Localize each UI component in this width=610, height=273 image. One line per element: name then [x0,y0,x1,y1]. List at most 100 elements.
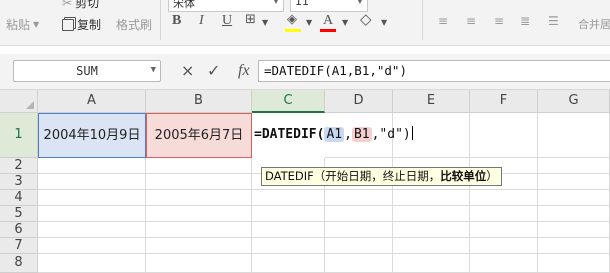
row-header-4[interactable]: 4 [0,190,38,206]
cell-c5[interactable] [252,206,325,222]
format-painter-button[interactable]: 格式刷 [116,16,152,33]
chevron-down-icon[interactable]: ▼ [151,65,156,75]
cell-d6[interactable] [325,222,393,238]
cell-a3[interactable] [38,174,146,190]
cell-e5[interactable] [393,206,470,222]
cell-f5[interactable] [470,206,538,222]
cell-a4[interactable] [38,190,146,206]
chevron-down-icon[interactable]: ▼ [381,16,387,30]
align-center-icon[interactable]: ≡ [466,14,476,28]
chevron-down-icon[interactable]: ▼ [306,16,312,30]
cancel-icon[interactable]: × [181,62,194,80]
column-header-g[interactable]: G [538,90,610,113]
cell-e6[interactable] [393,222,470,238]
paste-button[interactable]: 粘贴 ▼ [6,16,39,33]
align-right-icon[interactable]: ≡ [494,14,504,28]
column-header-e[interactable]: E [393,90,470,113]
cell-f6[interactable] [470,222,538,238]
cut-label: 剪切 [75,0,100,10]
bold-icon[interactable]: B [172,14,181,28]
cell-g4[interactable] [538,190,610,206]
cell-c8[interactable] [252,254,325,273]
cell-b6[interactable] [146,222,252,238]
cell-g1[interactable] [538,113,610,158]
cell-g5[interactable] [538,206,610,222]
column-header-d[interactable]: D [325,90,393,113]
merge-center-button[interactable]: 合并居中 [578,16,610,32]
cell-g2[interactable] [538,158,610,174]
font-size-select[interactable]: 11 ▼ [290,0,368,12]
ribbon-divider [160,0,161,40]
cell-g3[interactable] [538,174,610,190]
border-icon[interactable]: ⊞ [245,13,256,27]
cell-c6[interactable] [252,222,325,238]
chevron-down-icon[interactable]: ▼ [262,16,268,30]
function-tooltip: DATEDIF（开始日期，终止日期，比较单位） [261,167,502,186]
italic-icon[interactable]: I [199,14,204,28]
cell-f8[interactable] [470,254,538,273]
copy-button[interactable]: 复制 [62,16,101,33]
cell-d4[interactable] [325,190,393,206]
justify-icon[interactable]: ≣ [520,14,530,28]
cell-b3[interactable] [146,174,252,190]
format-painter-label: 格式刷 [116,18,153,32]
fill-color-bar [285,29,301,32]
row-header-6[interactable]: 6 [0,222,38,238]
cell-d5[interactable] [325,206,393,222]
cell-edit-text[interactable]: =DATEDIF(A1, B1 ,"d") [254,113,413,156]
chevron-down-icon: ▼ [33,20,40,29]
formula-input[interactable]: =DATEDIF(A1,B1,"d") [258,60,610,82]
cell-e4[interactable] [393,190,470,206]
cell-c4[interactable] [252,190,325,206]
name-box[interactable]: SUM ▼ [13,60,161,82]
column-header-c[interactable]: C [252,90,325,113]
cell-g8[interactable] [538,254,610,273]
cell-a7[interactable] [38,238,146,254]
insert-function-icon[interactable]: fx [238,62,250,80]
underline-icon[interactable]: U [222,14,232,28]
cell-b7[interactable] [146,238,252,254]
row-header-1[interactable]: 1 [0,113,38,158]
chevron-down-icon[interactable]: ▼ [342,16,348,30]
cell-f1[interactable] [470,113,538,158]
cell-b5[interactable] [146,206,252,222]
cell-a6[interactable] [38,222,146,238]
cell-f4[interactable] [470,190,538,206]
cell-b1[interactable]: 2005年6月7日 [146,113,252,158]
font-name-select[interactable]: 宋体 ▼ [168,0,284,12]
edit-ref-a1: A1 [324,127,345,142]
column-header-f[interactable]: F [470,90,538,113]
accept-icon[interactable]: ✓ [207,62,220,80]
select-all-corner[interactable] [0,90,38,113]
cell-b4[interactable] [146,190,252,206]
column-header-b[interactable]: B [146,90,252,113]
cell-a1[interactable]: 2004年10月9日 [38,113,146,158]
row-header-7[interactable]: 7 [0,238,38,254]
distributed-align-icon[interactable]: ☰ [548,14,559,28]
cell-d7[interactable] [325,238,393,254]
cell-g6[interactable] [538,222,610,238]
column-header-a[interactable]: A [38,90,146,113]
font-color-icon[interactable]: A [323,14,333,28]
cell-b2[interactable] [146,158,252,174]
cell-f7[interactable] [470,238,538,254]
cut-button[interactable]: ✂ 剪切 [62,0,99,11]
cell-c7[interactable] [252,238,325,254]
font-name-value: 宋体 [173,0,195,10]
row-header-8[interactable]: 8 [0,254,38,273]
cell-a8[interactable] [38,254,146,273]
fill-color-icon[interactable]: ◈ [287,13,297,27]
cell-b8[interactable] [146,254,252,273]
eraser-icon[interactable]: ◇ [360,12,372,27]
align-left-icon[interactable]: ≡ [438,14,448,28]
cell-a5[interactable] [38,206,146,222]
cell-g7[interactable] [538,238,610,254]
cell-a2[interactable] [38,158,146,174]
cell-d8[interactable] [325,254,393,273]
text-caret [411,126,413,140]
row-header-5[interactable]: 5 [0,206,38,222]
row-header-3[interactable]: 3 [0,174,38,190]
cell-e7[interactable] [393,238,470,254]
cell-e8[interactable] [393,254,470,273]
row-header-2[interactable]: 2 [0,158,38,174]
